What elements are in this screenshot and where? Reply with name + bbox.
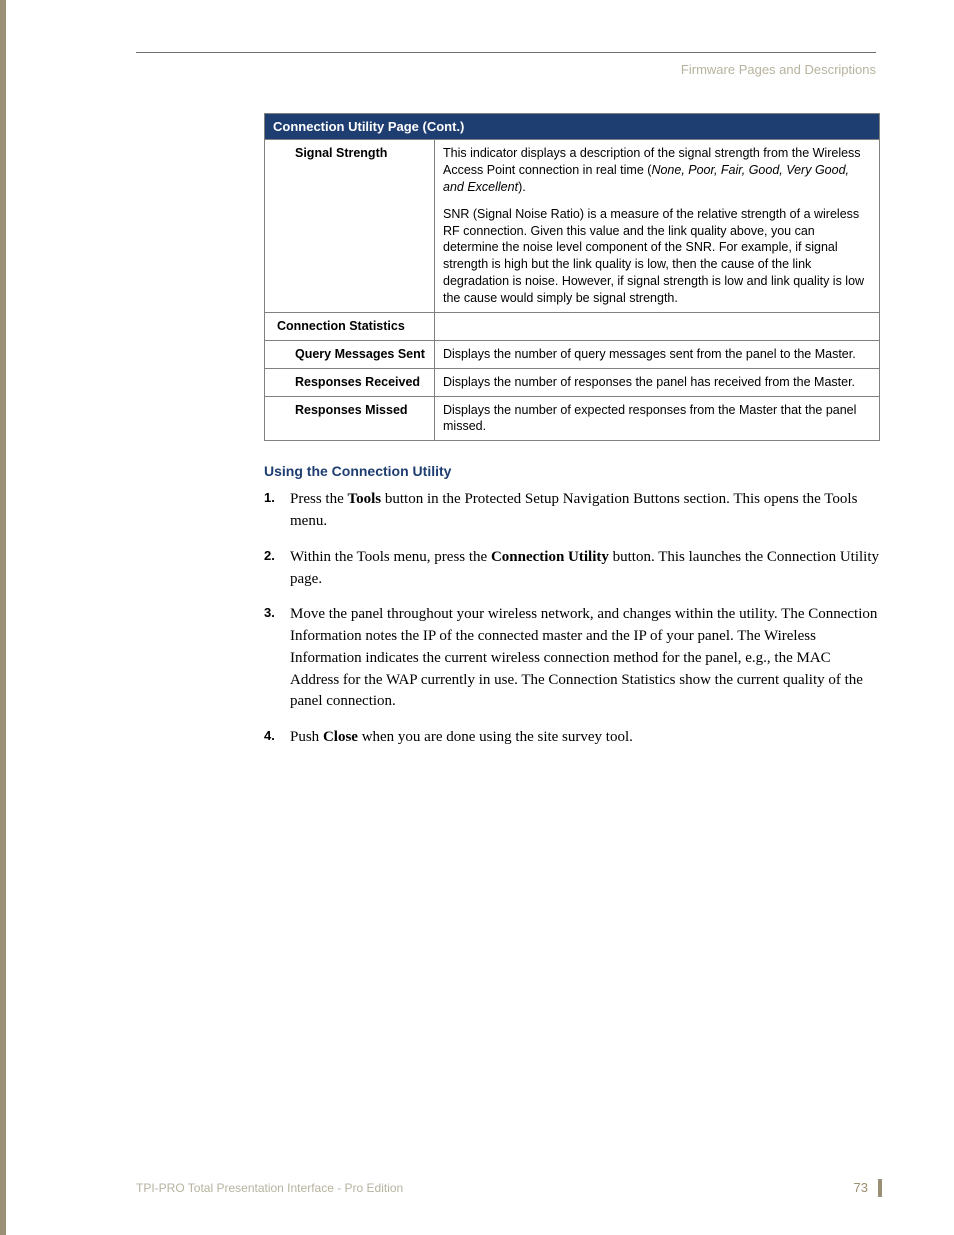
page: Firmware Pages and Descriptions Connecti… — [0, 0, 954, 1235]
list-item: Move the panel throughout your wireless … — [264, 604, 880, 713]
footer-doc-title: TPI-PRO Total Presentation Interface - P… — [136, 1181, 403, 1195]
table-title: Connection Utility Page (Cont.) — [265, 114, 880, 140]
step-text-bold: Connection Utility — [491, 549, 609, 565]
step-text: Push — [290, 729, 323, 745]
row-desc: Displays the number of query messages se… — [435, 340, 880, 368]
table-row: Signal Strength This indicator displays … — [265, 140, 880, 313]
step-text-bold: Tools — [348, 491, 382, 507]
row-desc: Displays the number of responses the pan… — [435, 368, 880, 396]
step-text-bold: Close — [323, 729, 358, 745]
row-label: Responses Missed — [265, 396, 435, 441]
page-footer: TPI-PRO Total Presentation Interface - P… — [136, 1179, 882, 1197]
table-row: Responses Missed Displays the number of … — [265, 396, 880, 441]
connection-utility-table: Connection Utility Page (Cont.) Signal S… — [264, 113, 880, 441]
footer-page-number: 73 — [854, 1179, 882, 1197]
header-section-title: Firmware Pages and Descriptions — [681, 62, 876, 77]
row-label: Query Messages Sent — [265, 340, 435, 368]
step-text: Within the Tools menu, press the — [290, 549, 491, 565]
desc-text: ). — [518, 180, 526, 194]
list-item: Press the Tools button in the Protected … — [264, 489, 880, 533]
row-label: Responses Received — [265, 368, 435, 396]
table-row: Responses Received Displays the number o… — [265, 368, 880, 396]
header-rule — [136, 52, 876, 53]
row-label: Connection Statistics — [265, 312, 435, 340]
list-item: Push Close when you are done using the s… — [264, 727, 880, 749]
desc-paragraph: SNR (Signal Noise Ratio) is a measure of… — [443, 206, 871, 307]
row-desc: Displays the number of expected response… — [435, 396, 880, 441]
row-label: Signal Strength — [265, 140, 435, 313]
table-row: Query Messages Sent Displays the number … — [265, 340, 880, 368]
section-heading: Using the Connection Utility — [264, 463, 880, 479]
list-item: Within the Tools menu, press the Connect… — [264, 547, 880, 591]
steps-list: Press the Tools button in the Protected … — [264, 489, 880, 749]
row-desc — [435, 312, 880, 340]
step-text: when you are done using the site survey … — [358, 729, 633, 745]
table-row: Connection Statistics — [265, 312, 880, 340]
desc-paragraph: This indicator displays a description of… — [443, 145, 871, 196]
row-desc: This indicator displays a description of… — [435, 140, 880, 313]
step-text: Move the panel throughout your wireless … — [290, 606, 877, 709]
main-content: Connection Utility Page (Cont.) Signal S… — [264, 113, 880, 763]
step-text: Press the — [290, 491, 348, 507]
table-header-row: Connection Utility Page (Cont.) — [265, 114, 880, 140]
